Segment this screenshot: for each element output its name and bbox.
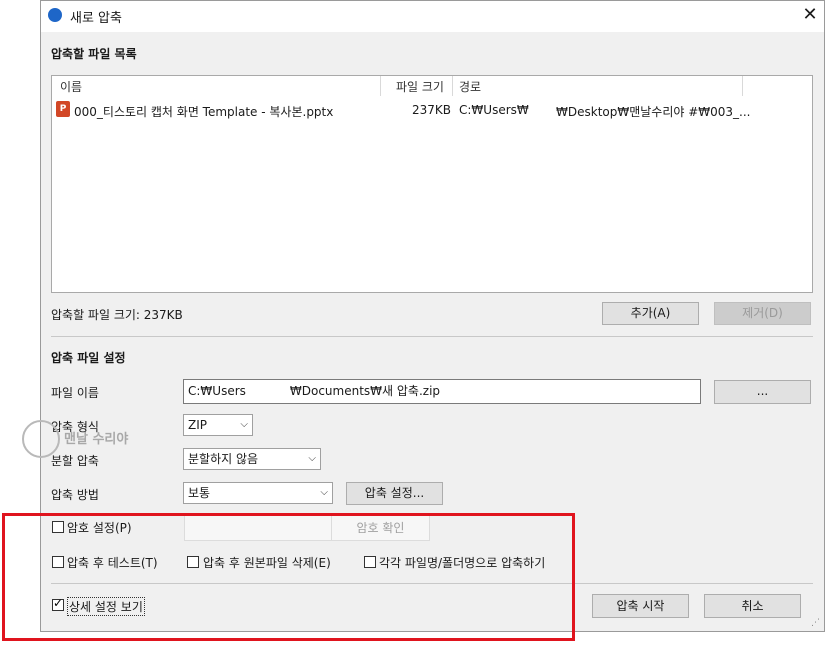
add-button[interactable]: 추가(A) <box>602 302 699 325</box>
split-label: 분할 압축 <box>51 454 99 468</box>
watermark-text: 맨날 수리야 <box>64 432 129 447</box>
file-row-size: 237KB <box>412 103 452 117</box>
chevron-down-icon: ⌵ <box>240 419 248 430</box>
column-header-name[interactable]: 이름 <box>60 78 82 96</box>
close-icon[interactable]: ✕ <box>800 4 820 26</box>
method-value: 보통 <box>188 486 211 500</box>
settings-section-title: 압축 파일 설정 <box>51 351 126 365</box>
method-select[interactable]: 보통 ⌵ <box>183 482 333 504</box>
file-name-value-end: ₩Documents₩새 압축.zip <box>289 384 441 398</box>
pptx-file-icon: P <box>56 101 70 117</box>
split-value: 분할하지 않음 <box>188 452 259 466</box>
chevron-down-icon: ⌵ <box>308 453 316 464</box>
file-row-path-end: ₩Desktop₩맨날수리야 #₩003_... <box>556 105 751 119</box>
column-separator <box>380 76 381 96</box>
chevron-down-icon: ⌵ <box>320 487 328 498</box>
file-name-input[interactable]: C:₩Users ₩Documents₩새 압축.zip <box>183 379 701 404</box>
cancel-button[interactable]: 취소 <box>704 594 801 618</box>
file-row-path-start: C:₩Users₩ <box>459 103 529 117</box>
file-row-name[interactable]: 000_티스토리 캡처 화면 Template - 복사본.pptx <box>74 103 333 120</box>
column-separator <box>742 76 743 96</box>
watermark-logo-icon <box>22 420 60 458</box>
column-separator <box>452 76 453 96</box>
window-title: 새로 압축 <box>70 11 122 26</box>
file-name-value-start: C:₩Users <box>188 384 246 398</box>
file-name-label: 파일 이름 <box>51 386 99 400</box>
section-divider <box>51 336 813 337</box>
app-icon <box>48 8 62 22</box>
method-settings-button[interactable]: 압축 설정... <box>346 482 443 505</box>
column-header-size[interactable]: 파일 크기 <box>396 78 444 96</box>
browse-button[interactable]: ... <box>714 380 811 404</box>
title-bar <box>40 0 825 32</box>
format-select[interactable]: ZIP ⌵ <box>183 414 253 436</box>
start-compress-button[interactable]: 압축 시작 <box>592 594 689 618</box>
split-select[interactable]: 분할하지 않음 ⌵ <box>183 448 321 470</box>
highlight-box <box>2 513 575 641</box>
total-size-label: 압축할 파일 크기: 237KB <box>51 308 183 322</box>
resize-grip-icon[interactable]: ⋰ <box>811 618 820 628</box>
format-value: ZIP <box>188 418 207 432</box>
file-list-section-title: 압축할 파일 목록 <box>51 47 137 61</box>
column-header-path[interactable]: 경로 <box>459 78 481 96</box>
method-label: 압축 방법 <box>51 488 99 502</box>
remove-button[interactable]: 제거(D) <box>714 302 811 325</box>
